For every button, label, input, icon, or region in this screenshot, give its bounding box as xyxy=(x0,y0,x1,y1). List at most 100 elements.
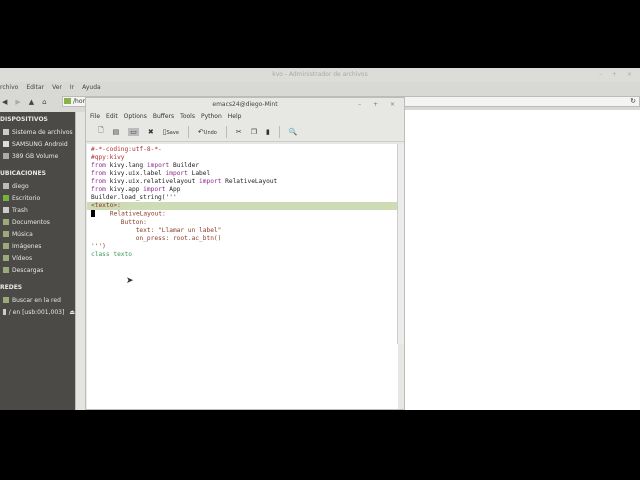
code-line: on_press: root.ac_btn() xyxy=(91,234,222,242)
label: / en [usb:001,003] xyxy=(8,308,65,316)
open-icon[interactable]: ▤ xyxy=(113,128,120,136)
label: Trash xyxy=(12,206,28,214)
emacs-window: emacs24@diego-Mint – + × File Edit Option… xyxy=(85,97,405,410)
separator xyxy=(278,125,280,138)
code-line: #-*-coding:utf-8-*- xyxy=(91,146,162,153)
desktop-icon xyxy=(3,195,9,201)
code-line: RelativeLayout: xyxy=(91,210,394,219)
undo-label: Undo xyxy=(203,129,217,136)
folder-icon xyxy=(3,219,9,225)
label: Música xyxy=(12,230,33,238)
sidebar-item[interactable]: diego xyxy=(0,180,75,192)
menu-ver[interactable]: Ver xyxy=(52,82,62,94)
emacs-menubar: File Edit Options Buffers Tools Python H… xyxy=(86,111,404,122)
sidebar-item[interactable]: Documentos xyxy=(0,216,75,228)
sidebar-item[interactable]: Escritorio xyxy=(0,192,75,204)
window-title: kvo - Administrador de archivos xyxy=(272,71,368,78)
save-button[interactable]: ▯Save xyxy=(163,128,179,136)
sidebar-item[interactable]: Sistema de archivos xyxy=(0,126,75,138)
section-devices: DISPOSITIVOS xyxy=(0,116,48,123)
code-text: RelativeLayout: xyxy=(95,210,166,218)
menu-edit[interactable]: Edit xyxy=(106,111,118,122)
sidebar-item[interactable]: / en [usb:001,003] ⏏ xyxy=(0,306,75,318)
menu-buffers[interactable]: Buffers xyxy=(153,111,174,122)
window-controls[interactable]: – + × xyxy=(358,98,400,111)
separator xyxy=(187,125,189,138)
code-line: Button: xyxy=(91,218,147,226)
forward-icon[interactable]: ▶ xyxy=(15,98,20,106)
cut-icon[interactable]: ✂ xyxy=(236,128,242,136)
phone-icon xyxy=(3,309,6,315)
code-line: text: "Llamar un label" xyxy=(91,226,222,234)
copy-icon[interactable]: ❐ xyxy=(251,128,257,136)
label: Imágenes xyxy=(12,242,42,250)
label: Escritorio xyxy=(12,194,41,202)
menu-tools[interactable]: Tools xyxy=(180,111,195,122)
menu-file[interactable]: File xyxy=(90,111,100,122)
home-icon xyxy=(3,183,9,189)
file-manager-titlebar: kvo - Administrador de archivos – + × xyxy=(0,68,640,82)
sidebar: DISPOSITIVOS Sistema de archivos SAMSUNG… xyxy=(0,112,75,410)
mouse-pointer-icon: ➤ xyxy=(126,276,134,286)
sidebar-scrollbar[interactable] xyxy=(75,112,85,410)
window-controls[interactable]: – + × xyxy=(599,68,636,82)
phone-icon xyxy=(3,141,9,147)
sidebar-item[interactable]: Trash xyxy=(0,204,75,216)
network-icon xyxy=(3,297,9,303)
separator xyxy=(225,125,227,138)
menu-editar[interactable]: Editar xyxy=(26,82,44,94)
menu-python[interactable]: Python xyxy=(201,111,222,122)
code-line: from kivy.app import App xyxy=(91,186,181,193)
file-manager-menubar: rchivo Editar Ver Ir Ayuda xyxy=(0,82,101,94)
paste-icon[interactable]: ▮ xyxy=(266,128,270,136)
music-folder-icon xyxy=(3,231,9,237)
save-label: Save xyxy=(166,129,179,136)
sidebar-item[interactable]: 389 GB Volume xyxy=(0,150,75,162)
file-view[interactable] xyxy=(405,110,640,410)
close-buffer-icon[interactable]: ✖ xyxy=(148,128,154,136)
drive-icon xyxy=(3,129,9,135)
code-line: from kivy.uix.label import Label xyxy=(91,170,211,177)
up-icon[interactable]: ▲ xyxy=(29,98,34,106)
editor-scrollbar[interactable] xyxy=(397,144,404,344)
code-line: class texto xyxy=(91,250,132,258)
code-line: #qpy:kivy xyxy=(91,154,125,161)
sidebar-item[interactable]: Descargas xyxy=(0,264,75,276)
videos-folder-icon xyxy=(3,255,9,261)
undo-button[interactable]: ↶Undo xyxy=(198,128,217,136)
back-icon[interactable]: ◀ xyxy=(2,98,7,106)
downloads-folder-icon xyxy=(3,267,9,273)
reload-icon[interactable]: ↻ xyxy=(630,97,636,106)
menu-ayuda[interactable]: Ayuda xyxy=(82,82,101,94)
label: diego xyxy=(12,182,29,190)
code-line: from kivy.uix.relativelayout import Rela… xyxy=(91,178,278,185)
code-line: from kivy.lang import Builder xyxy=(91,162,200,169)
sidebar-item[interactable]: Buscar en la red xyxy=(0,294,75,306)
sidebar-item[interactable]: SAMSUNG Android xyxy=(0,138,75,150)
label: Sistema de archivos xyxy=(12,128,73,136)
menu-help[interactable]: Help xyxy=(228,111,242,122)
label: 389 GB Volume xyxy=(12,152,59,160)
code-line: Builder.load_string(''' xyxy=(91,194,177,201)
label: Buscar en la red xyxy=(12,296,61,304)
label: Vídeos xyxy=(12,254,33,262)
search-icon[interactable]: 🔍 xyxy=(289,128,298,136)
pictures-folder-icon xyxy=(3,243,9,249)
home-icon[interactable]: ⌂ xyxy=(42,98,46,106)
sidebar-item[interactable]: Vídeos xyxy=(0,252,75,264)
new-file-icon[interactable]: 🗋 xyxy=(98,126,104,137)
menu-archivo[interactable]: rchivo xyxy=(0,82,18,94)
menu-options[interactable]: Options xyxy=(124,111,147,122)
window-title: emacs24@diego-Mint xyxy=(212,101,278,108)
folder-icon xyxy=(64,98,71,104)
sidebar-item[interactable]: Imágenes xyxy=(0,240,75,252)
trash-icon xyxy=(3,207,9,213)
desktop: kvo - Administrador de archivos – + × rch… xyxy=(0,68,640,410)
section-network: REDES xyxy=(0,284,23,291)
emacs-titlebar: emacs24@diego-Mint – + × xyxy=(86,98,404,111)
emacs-toolbar: 🗋 ▤ ▭ ✖ ▯Save ↶Undo ✂ ❐ ▮ 🔍 xyxy=(86,122,404,142)
dired-icon[interactable]: ▭ xyxy=(128,127,139,136)
sidebar-item[interactable]: Música xyxy=(0,228,75,240)
code-line-highlighted: <texto>: xyxy=(87,202,398,210)
menu-ir[interactable]: Ir xyxy=(70,82,74,94)
